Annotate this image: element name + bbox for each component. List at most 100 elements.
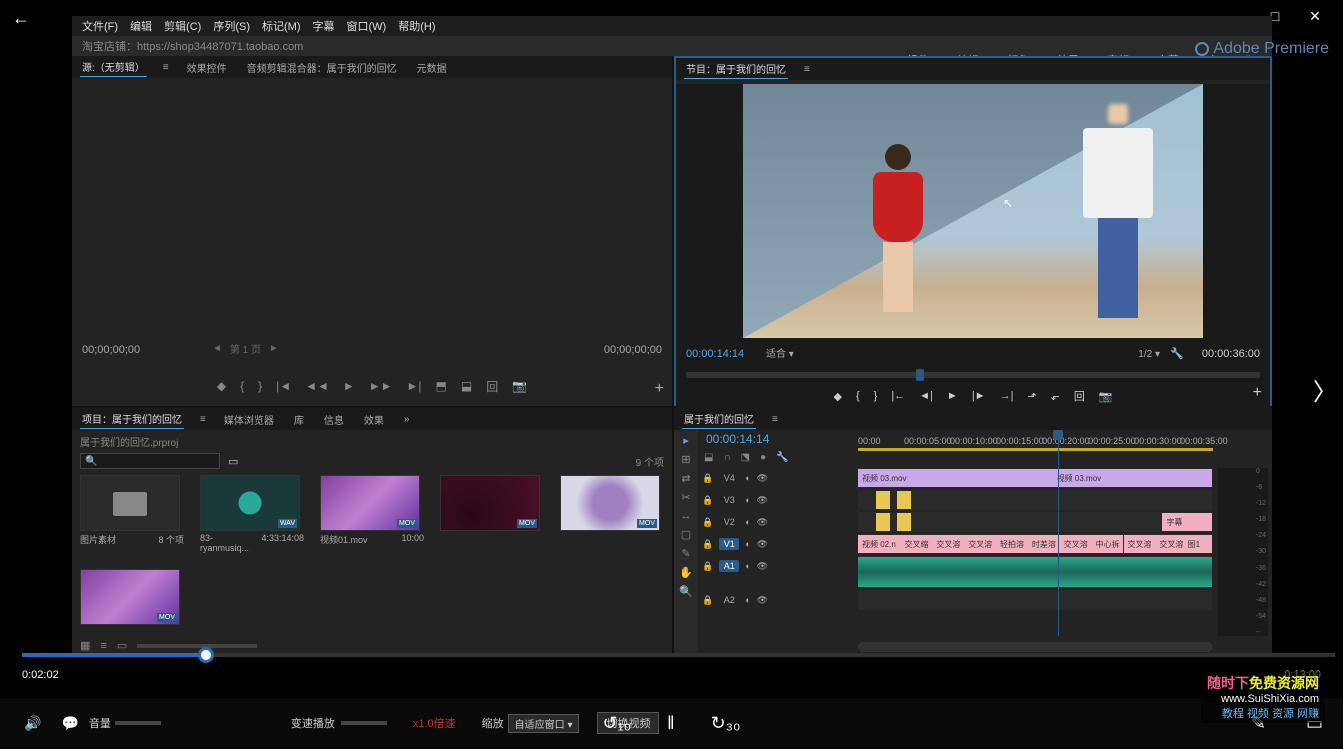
- source-mark-in-icon[interactable]: {: [240, 379, 244, 393]
- toggle-output-icon[interactable]: ◐: [745, 495, 750, 505]
- program-stepback-icon[interactable]: ◄|: [919, 390, 933, 402]
- program-scrubber[interactable]: [686, 372, 1260, 378]
- zoom-tool-icon[interactable]: 🔍: [679, 585, 693, 598]
- source-next-icon[interactable]: ►: [269, 343, 279, 354]
- tab-info[interactable]: 信息: [322, 410, 346, 429]
- source-time-out[interactable]: 00;00;00;00: [604, 344, 662, 356]
- timeline-linked-icon[interactable]: ∩: [723, 452, 730, 463]
- lock-icon[interactable]: 🔒: [702, 517, 713, 528]
- toggle-output-icon[interactable]: ◐: [745, 561, 750, 571]
- source-insert-icon[interactable]: ⬒: [436, 379, 447, 393]
- close-button[interactable]: ✕: [1295, 2, 1335, 30]
- project-folder-icon[interactable]: ▭: [228, 455, 238, 468]
- eye-icon[interactable]: 👁: [757, 561, 768, 572]
- program-out-icon[interactable]: }: [874, 390, 878, 402]
- timeline-clip[interactable]: 交叉溶: [1060, 535, 1092, 553]
- source-overwrite-icon[interactable]: ⬓: [461, 379, 472, 393]
- timeline-wrench-icon[interactable]: 🔧: [776, 452, 788, 463]
- toggle-output-icon[interactable]: ◐: [745, 595, 750, 605]
- razor-tool-icon[interactable]: ✂: [681, 491, 690, 504]
- lock-icon[interactable]: 🔒: [702, 473, 713, 484]
- project-bin-item[interactable]: MOV: [80, 569, 184, 627]
- zoom-dropdown[interactable]: 自适应窗口 ▾: [508, 714, 580, 733]
- program-in-icon[interactable]: {: [856, 390, 860, 402]
- timeline-clip[interactable]: 轻拍溶: [996, 535, 1028, 553]
- timeline-snap-icon[interactable]: ⬓: [704, 452, 713, 463]
- track-label[interactable]: V2: [719, 517, 739, 527]
- eye-icon[interactable]: 👁: [757, 595, 768, 606]
- program-add-button[interactable]: +: [1253, 384, 1262, 402]
- menu-edit[interactable]: 编辑: [130, 18, 152, 34]
- source-time-in[interactable]: 00;00;00;00: [82, 344, 140, 356]
- slip-tool-icon[interactable]: ↔: [681, 510, 692, 522]
- source-camera-icon[interactable]: 📷: [512, 379, 527, 393]
- menu-clip[interactable]: 剪辑(C): [164, 18, 201, 34]
- hand-tool-icon[interactable]: ✋: [679, 566, 693, 579]
- eye-icon[interactable]: 👁: [757, 539, 768, 550]
- project-bin-item[interactable]: WAV83-ryanmusiq...4:33:14:08: [200, 475, 304, 553]
- bin-thumbnail[interactable]: MOV: [80, 569, 180, 625]
- bin-thumbnail[interactable]: WAV: [200, 475, 300, 531]
- timeline-clip[interactable]: [897, 491, 911, 509]
- tab-sequence[interactable]: 属于我们的回忆: [682, 409, 756, 429]
- program-resolution-dropdown[interactable]: 1/2 ▾: [1138, 349, 1160, 360]
- track-label[interactable]: A2: [719, 595, 739, 605]
- back-arrow-icon[interactable]: ←: [12, 8, 30, 29]
- bin-thumbnail[interactable]: MOV: [320, 475, 420, 531]
- track-label[interactable]: V4: [719, 473, 739, 483]
- timeline-ruler[interactable]: 00:0000:00:05:0000:00:10:0000:00:15:0000…: [858, 436, 1212, 460]
- source-export-icon[interactable]: 回: [486, 378, 498, 395]
- track-header-v4[interactable]: 🔒V4◐👁: [702, 468, 852, 488]
- volume-slider[interactable]: [115, 721, 161, 725]
- program-export-icon[interactable]: 回: [1074, 388, 1085, 404]
- source-mark-out-icon[interactable]: }: [258, 379, 262, 393]
- video-progress-knob[interactable]: [198, 647, 214, 663]
- audio-clip[interactable]: [858, 557, 1212, 587]
- program-fit-dropdown[interactable]: 适合 ▾: [766, 345, 794, 360]
- program-lift-icon[interactable]: ⬏: [1027, 390, 1036, 403]
- timeline-clip[interactable]: 视频 03.mov: [858, 469, 1053, 487]
- track-lane-a2[interactable]: [858, 590, 1212, 610]
- bin-thumbnail[interactable]: [80, 475, 180, 531]
- program-extract-icon[interactable]: ⬐: [1051, 390, 1060, 403]
- volume-icon[interactable]: 🔊: [24, 715, 41, 732]
- source-prev-icon[interactable]: ◄: [212, 343, 222, 354]
- track-lane-v3[interactable]: [858, 490, 1212, 510]
- track-label[interactable]: A1: [719, 560, 739, 572]
- video-progress-bar[interactable]: [22, 653, 1335, 657]
- track-header-v3[interactable]: 🔒V3◐👁: [702, 490, 852, 510]
- track-header-a1[interactable]: 🔒A1◐👁: [702, 556, 852, 576]
- timeline-clip[interactable]: 中心拆: [1092, 535, 1124, 553]
- type-tool-icon[interactable]: ✎: [681, 547, 690, 560]
- tab-media-browser[interactable]: 媒体浏览器: [222, 410, 276, 429]
- track-lane-v2[interactable]: 字幕: [858, 512, 1212, 532]
- subtitle-icon[interactable]: 💬: [61, 715, 78, 732]
- eye-icon[interactable]: 👁: [757, 517, 768, 528]
- program-marker-icon[interactable]: ◆: [833, 390, 841, 403]
- project-bin-item[interactable]: MOV: [560, 475, 664, 553]
- track-header-a2[interactable]: 🔒A2◐👁: [702, 590, 852, 610]
- tab-metadata[interactable]: 元数据: [415, 58, 449, 77]
- menu-window[interactable]: 窗口(W): [347, 18, 387, 34]
- toggle-output-icon[interactable]: ◐: [745, 517, 750, 527]
- program-time-current[interactable]: 00:00:14:14: [686, 348, 744, 360]
- program-preview[interactable]: ↖: [743, 84, 1203, 338]
- menu-help[interactable]: 帮助(H): [398, 18, 435, 34]
- timeline-clip[interactable]: 交叉缩: [900, 535, 932, 553]
- project-icon-view-icon[interactable]: ▦: [80, 639, 90, 652]
- timeline-zoom-bar[interactable]: [858, 642, 1212, 652]
- tab-effects[interactable]: 效果: [362, 410, 386, 429]
- ripple-tool-icon[interactable]: ⇄: [681, 472, 690, 485]
- timeline-clip[interactable]: 交叉溶: [964, 535, 996, 553]
- track-lane-v4[interactable]: 视频 03.mov视频 03.mov: [858, 468, 1212, 488]
- eye-icon[interactable]: 👁: [757, 495, 768, 506]
- track-header-v2[interactable]: 🔒 V2 ◐ 👁: [702, 512, 852, 532]
- bin-thumbnail[interactable]: MOV: [560, 475, 660, 531]
- program-goout-icon[interactable]: →|: [1000, 390, 1014, 402]
- tab-project-menu[interactable]: ≡: [200, 414, 206, 425]
- pause-button-icon[interactable]: ‖: [667, 713, 674, 734]
- tab-library[interactable]: 库: [292, 410, 306, 429]
- timeline-clip[interactable]: 交叉溶: [1124, 535, 1156, 553]
- bin-thumbnail[interactable]: MOV: [440, 475, 540, 531]
- source-play-icon[interactable]: ►: [343, 379, 355, 393]
